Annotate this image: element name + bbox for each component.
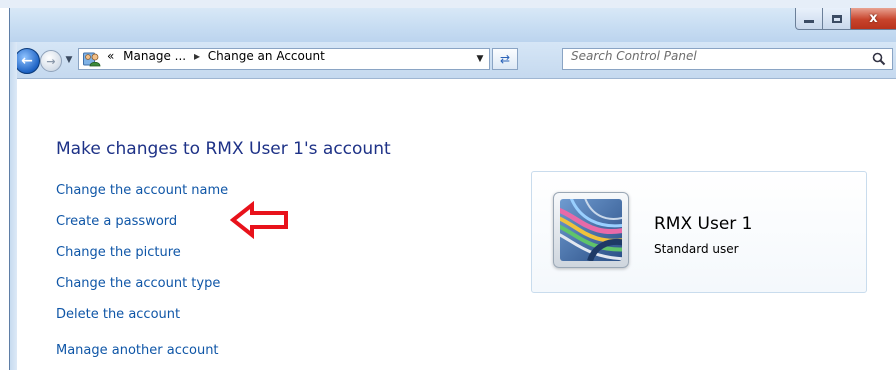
window-controls: x (795, 8, 896, 30)
search-input[interactable]: Search Control Panel (571, 49, 697, 63)
chevron-down-icon: ▼ (476, 54, 484, 64)
user-picture (553, 192, 629, 268)
maximize-icon (831, 14, 842, 23)
breadcrumb-current[interactable]: Change an Account (208, 49, 325, 63)
user-account-type: Standard user (654, 242, 739, 256)
breadcrumb-parent[interactable]: Manage ... (123, 49, 186, 63)
search-box[interactable]: Search Control Panel (562, 48, 893, 70)
top-strip (0, 0, 896, 8)
delete-account-link[interactable]: Delete the account (56, 299, 316, 330)
explorer-window: x ← → ▼ « Manage ... ▸ Change an Account… (9, 8, 896, 370)
forward-button[interactable]: → (40, 50, 62, 72)
refresh-icon: ⇄ (499, 52, 511, 66)
back-button[interactable]: ← (14, 48, 40, 74)
chevron-down-icon: ▼ (65, 55, 73, 65)
change-account-type-link[interactable]: Change the account type (56, 268, 316, 299)
minimize-icon (804, 20, 814, 23)
manage-another-account-link[interactable]: Manage another account (56, 335, 316, 366)
breadcrumb-separator-icon[interactable]: ▸ (194, 49, 200, 63)
address-dropdown-button[interactable]: ▼ (471, 49, 489, 69)
title-bar: x (10, 8, 896, 42)
control-panel-users-icon (83, 52, 101, 67)
user-picture-image (560, 199, 622, 261)
back-arrow-icon: ← (21, 53, 33, 69)
refresh-button[interactable]: ⇄ (492, 48, 518, 70)
minimize-button[interactable] (795, 8, 823, 30)
forward-arrow-icon: → (46, 54, 56, 68)
red-arrow-annotation-icon (230, 201, 288, 239)
navigation-bar: ← → ▼ « Manage ... ▸ Change an Account ▼ (10, 42, 896, 79)
close-icon: x (869, 11, 878, 26)
content-area: Make changes to RMX User 1's account Cha… (10, 79, 896, 370)
recent-pages-button[interactable]: ▼ (63, 52, 75, 68)
page-title: Make changes to RMX User 1's account (56, 139, 391, 159)
close-button[interactable]: x (851, 8, 896, 30)
change-picture-link[interactable]: Change the picture (56, 237, 316, 268)
user-name: RMX User 1 (654, 214, 753, 234)
search-icon[interactable] (872, 52, 886, 66)
breadcrumb-overflow[interactable]: « (107, 49, 114, 63)
user-account-card: RMX User 1 Standard user (531, 171, 867, 293)
address-bar[interactable]: « Manage ... ▸ Change an Account ▼ (78, 48, 490, 70)
maximize-button[interactable] (823, 8, 851, 30)
